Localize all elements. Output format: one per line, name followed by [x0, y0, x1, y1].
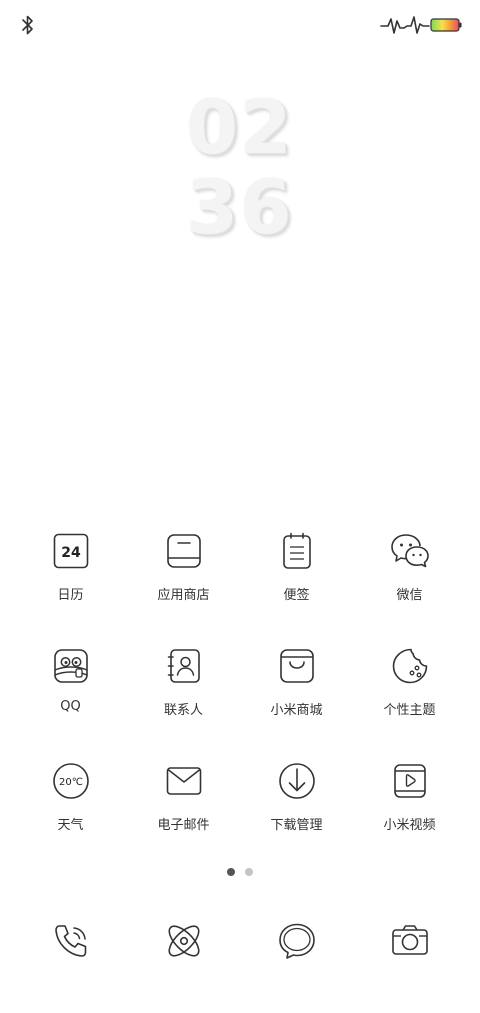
- app-label: 电子邮件: [157, 818, 210, 833]
- page-indicator: [0, 868, 480, 876]
- messages-icon: [278, 923, 315, 959]
- clock-hours: 02: [186, 85, 294, 171]
- wechat-icon: [390, 534, 429, 568]
- camera-icon: [391, 925, 428, 955]
- weather-temperature: 20℃: [59, 777, 83, 788]
- themes-icon: [392, 648, 427, 684]
- notes-icon: [282, 532, 311, 569]
- app-label: 联系人: [163, 703, 203, 718]
- dock: [14, 920, 466, 962]
- pulse-icon: [380, 16, 430, 34]
- dock-camera[interactable]: [353, 920, 466, 962]
- app-store-icon: [166, 534, 201, 568]
- calendar-date: 24: [61, 545, 81, 561]
- email-icon: [166, 767, 201, 795]
- mi-store-icon: [279, 649, 314, 683]
- page-dot-1[interactable]: [227, 868, 235, 876]
- dock-phone[interactable]: [14, 920, 127, 962]
- app-label: 小米商城: [270, 703, 323, 718]
- app-label: 应用商店: [157, 588, 210, 603]
- app-label: 下载管理: [270, 818, 323, 833]
- app-label: 日历: [57, 588, 84, 603]
- bluetooth-icon: [22, 15, 33, 35]
- app-email[interactable]: 电子邮件: [127, 760, 240, 875]
- app-notes[interactable]: 便签: [240, 530, 353, 645]
- app-mi-store[interactable]: 小米商城: [240, 645, 353, 760]
- dock-messages[interactable]: [240, 920, 353, 962]
- app-label: 天气: [57, 818, 84, 833]
- app-contacts[interactable]: 联系人: [127, 645, 240, 760]
- app-label: QQ: [60, 699, 81, 714]
- app-row: 24 日历 应用商店 便签 微信: [14, 530, 466, 645]
- app-label: 微信: [396, 588, 423, 603]
- qq-icon: [53, 649, 88, 683]
- status-bar: [0, 0, 480, 50]
- app-label: 小米视频: [383, 818, 436, 833]
- app-wechat[interactable]: 微信: [353, 530, 466, 645]
- app-qq[interactable]: QQ: [14, 645, 127, 760]
- app-weather[interactable]: 20℃ 天气: [14, 760, 127, 875]
- app-grid: 24 日历 应用商店 便签 微信 QQ 联系人 小米商城 个性主题 20℃ 天气…: [14, 530, 466, 875]
- battery-icon: [430, 18, 462, 32]
- calendar-icon: 24: [53, 533, 88, 569]
- page-dot-2[interactable]: [245, 868, 253, 876]
- app-download-manager[interactable]: 下载管理: [240, 760, 353, 875]
- contacts-icon: [167, 649, 200, 683]
- app-calendar[interactable]: 24 日历: [14, 530, 127, 645]
- app-mi-video[interactable]: 小米视频: [353, 760, 466, 875]
- app-label: 便签: [283, 588, 310, 603]
- app-label: 个性主题: [383, 703, 436, 718]
- mi-video-icon: [393, 764, 426, 798]
- clock-minutes: 36: [186, 165, 294, 251]
- app-themes[interactable]: 个性主题: [353, 645, 466, 760]
- download-icon: [278, 763, 315, 799]
- app-row: QQ 联系人 小米商城 个性主题: [14, 645, 466, 760]
- dock-browser[interactable]: [127, 920, 240, 962]
- app-row: 20℃ 天气 电子邮件 下载管理 小米视频: [14, 760, 466, 875]
- browser-icon: [167, 925, 200, 957]
- phone-icon: [54, 925, 86, 957]
- app-app-store[interactable]: 应用商店: [127, 530, 240, 645]
- weather-icon: 20℃: [52, 763, 89, 799]
- lock-clock: 02 36: [140, 88, 340, 248]
